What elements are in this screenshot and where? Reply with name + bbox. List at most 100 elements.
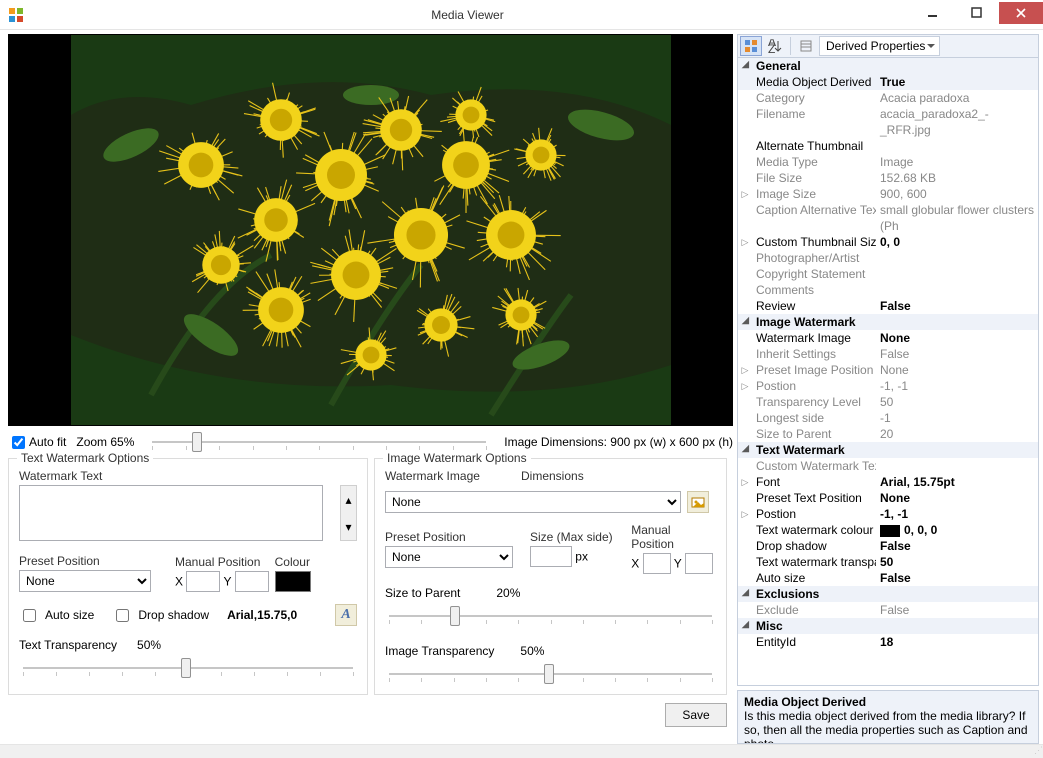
prop-row[interactable]: Copyright Statement (738, 266, 1038, 282)
section-misc[interactable]: Misc (738, 618, 1038, 634)
properties-toolbar: AZ Derived Properties (737, 34, 1039, 58)
image-watermark-legend: Image Watermark Options (383, 451, 531, 465)
colour-label: Colour (275, 555, 311, 569)
property-description: Media Object Derived Is this media objec… (737, 690, 1039, 744)
app-icon (8, 7, 24, 23)
prop-row[interactable]: ▷Postion-1, -1 (738, 506, 1038, 522)
auto-fit-label: Auto fit (29, 435, 66, 449)
prop-row[interactable]: EntityId18 (738, 634, 1038, 650)
auto-size-checkbox[interactable] (23, 609, 36, 622)
prop-row[interactable]: ExcludeFalse (738, 602, 1038, 618)
text-x-input[interactable] (186, 571, 220, 592)
prop-row[interactable]: CategoryAcacia paradoxa (738, 90, 1038, 106)
image-transparency-slider[interactable] (389, 662, 712, 686)
image-preset-select[interactable]: None (385, 546, 513, 568)
size-max-side-input[interactable] (530, 546, 572, 567)
font-display: Arial,15.75,0 (227, 608, 297, 622)
size-unit: px (575, 550, 588, 564)
manual-position-label: Manual Position (175, 555, 269, 569)
prop-row[interactable]: ▷FontArial, 15.75pt (738, 474, 1038, 490)
image-x-input[interactable] (643, 553, 671, 574)
drop-shadow-checkbox[interactable] (116, 609, 129, 622)
image-transparency-label: Image Transparency (385, 644, 494, 658)
size-to-parent-label: Size to Parent (385, 586, 460, 600)
section-general[interactable]: General (738, 58, 1038, 74)
prop-row[interactable]: ▷Postion-1, -1 (738, 378, 1038, 394)
prop-row[interactable]: Media Object DerivedTrue (738, 74, 1038, 90)
image-icon (691, 495, 705, 509)
prop-row[interactable]: ▷Image Size900, 600 (738, 186, 1038, 202)
close-button[interactable] (999, 2, 1043, 24)
alphabetical-view-button[interactable]: AZ (764, 36, 786, 56)
text-up-button[interactable]: ▴ (341, 486, 356, 513)
prop-row[interactable]: Alternate Thumbnail (738, 138, 1038, 154)
text-transparency-value: 50% (137, 638, 161, 652)
description-body: Is this media object derived from the me… (744, 709, 1032, 744)
prop-row[interactable]: Text watermark colour0, 0, 0 (738, 522, 1038, 538)
properties-filter-dropdown[interactable]: Derived Properties (819, 36, 940, 56)
prop-row[interactable]: ▷Custom Thumbnail Size0, 0 (738, 234, 1038, 250)
watermark-text-label: Watermark Text (19, 469, 357, 483)
prop-row[interactable]: Media TypeImage (738, 154, 1038, 170)
image-dimensions-label: Image Dimensions: 900 px (w) x 600 px (h… (504, 435, 733, 449)
text-transparency-label: Text Transparency (19, 638, 117, 652)
prop-row[interactable]: Longest side-1 (738, 410, 1038, 426)
prop-row[interactable]: Transparency Level50 (738, 394, 1038, 410)
prop-row[interactable]: Text watermark transpa50 (738, 554, 1038, 570)
window-title: Media Viewer (24, 8, 911, 22)
image-preset-label: Preset Position (385, 530, 524, 544)
status-bar: ⋰ (0, 744, 1043, 758)
prop-row[interactable]: Size to Parent20 (738, 426, 1038, 442)
drop-shadow-label: Drop shadow (138, 608, 209, 622)
title-bar: Media Viewer (0, 0, 1043, 30)
preset-position-label: Preset Position (19, 554, 169, 568)
browse-watermark-image-button[interactable] (687, 491, 709, 513)
image-preview[interactable] (8, 34, 733, 426)
prop-row[interactable]: File Size152.68 KB (738, 170, 1038, 186)
preview-image (71, 35, 671, 425)
zoom-label: Zoom 65% (76, 435, 134, 449)
auto-fit-checkbox[interactable] (12, 436, 25, 449)
watermark-image-select[interactable]: None (385, 491, 681, 513)
watermark-text-input[interactable] (19, 485, 323, 541)
save-button[interactable]: Save (665, 703, 727, 727)
font-picker-button[interactable]: A (335, 604, 357, 626)
categorized-icon (744, 39, 758, 53)
section-txt_wm[interactable]: Text Watermark (738, 442, 1038, 458)
section-exclusions[interactable]: Exclusions (738, 586, 1038, 602)
image-watermark-group: Image Watermark Options Watermark Image … (374, 458, 727, 695)
prop-row[interactable]: Watermark ImageNone (738, 330, 1038, 346)
svg-text:Z: Z (768, 42, 775, 53)
size-to-parent-slider[interactable] (389, 604, 712, 628)
prop-row[interactable]: ▷Preset Image PositionNone (738, 362, 1038, 378)
prop-row[interactable]: Preset Text PositionNone (738, 490, 1038, 506)
section-img_wm[interactable]: Image Watermark (738, 314, 1038, 330)
maximize-button[interactable] (955, 2, 999, 24)
text-y-input[interactable] (235, 571, 269, 592)
prop-row[interactable]: Drop shadowFalse (738, 538, 1038, 554)
prop-row[interactable]: Comments (738, 282, 1038, 298)
sort-az-icon: AZ (768, 39, 782, 53)
text-colour-swatch[interactable] (275, 571, 311, 592)
watermark-image-label: Watermark Image (385, 469, 515, 483)
prop-row[interactable]: Caption Alternative Texsmall globular fl… (738, 202, 1038, 234)
resize-grip-icon[interactable]: ⋰ (1034, 745, 1041, 756)
image-transparency-value: 50% (520, 644, 544, 658)
prop-row[interactable]: Filenameacacia_paradoxa2_-_RFR.jpg (738, 106, 1038, 138)
properties-grid[interactable]: GeneralMedia Object DerivedTrueCategoryA… (737, 58, 1039, 686)
image-y-input[interactable] (685, 553, 713, 574)
minimize-button[interactable] (911, 2, 955, 24)
dimensions-label: Dimensions (521, 469, 584, 483)
text-watermark-legend: Text Watermark Options (17, 451, 153, 465)
description-heading: Media Object Derived (744, 695, 1032, 709)
text-down-button[interactable]: ▾ (341, 513, 356, 540)
text-preset-select[interactable]: None (19, 570, 151, 592)
prop-row[interactable]: Photographer/Artist (738, 250, 1038, 266)
property-pages-button[interactable] (795, 36, 817, 56)
prop-row[interactable]: ReviewFalse (738, 298, 1038, 314)
prop-row[interactable]: Custom Watermark Tex (738, 458, 1038, 474)
prop-row[interactable]: Inherit SettingsFalse (738, 346, 1038, 362)
categorized-view-button[interactable] (740, 36, 762, 56)
prop-row[interactable]: Auto sizeFalse (738, 570, 1038, 586)
text-transparency-slider[interactable] (23, 656, 353, 680)
